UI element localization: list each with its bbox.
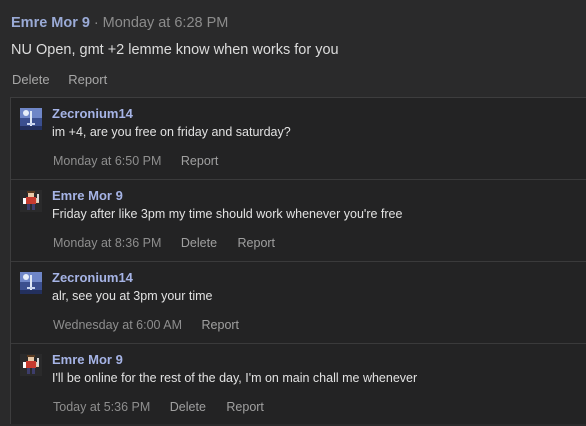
post-author-link[interactable]: Emre Mor 9 — [11, 15, 90, 31]
comment-text: alr, see you at 3pm your time — [52, 289, 213, 303]
comment-timestamp[interactable]: Monday at 6:50 PM — [53, 154, 161, 168]
report-button[interactable]: Report — [238, 236, 276, 250]
delete-button[interactable]: Delete — [12, 72, 50, 87]
comment-timestamp[interactable]: Wednesday at 6:00 AM — [53, 318, 182, 332]
post-separator: · — [93, 15, 99, 31]
report-button[interactable]: Report — [68, 72, 107, 87]
post-actions: Delete Report — [12, 72, 122, 87]
comment-text: im +4, are you free on friday and saturd… — [52, 125, 291, 139]
comment-meta: Wednesday at 6:00 AM Report — [53, 318, 256, 332]
comment-item: Emre Mor 9 Friday after like 3pm my time… — [11, 180, 586, 262]
comment-text: I'll be online for the rest of the day, … — [52, 371, 418, 385]
delete-button[interactable]: Delete — [170, 400, 206, 414]
comment-timestamp[interactable]: Monday at 8:36 PM — [53, 236, 161, 250]
comment-list: Zecronium14 im +4, are you free on frida… — [10, 97, 586, 424]
report-button[interactable]: Report — [202, 318, 240, 332]
comment-author-link[interactable]: Emre Mor 9 — [52, 188, 123, 203]
comment-meta: Monday at 8:36 PM Delete Report — [53, 236, 292, 250]
moon-sword-avatar-icon[interactable] — [20, 272, 42, 294]
comment-author-link[interactable]: Zecronium14 — [52, 270, 133, 285]
post-message: NU Open, gmt +2 lemme know when works fo… — [11, 42, 339, 58]
post-header: Emre Mor 9 · Monday at 6:28 PM — [11, 14, 228, 31]
moon-sword-avatar-icon[interactable] — [20, 108, 42, 130]
report-button[interactable]: Report — [226, 400, 264, 414]
character-sprite-avatar-icon[interactable] — [20, 354, 42, 376]
comment-author-link[interactable]: Zecronium14 — [52, 106, 133, 121]
comment-timestamp[interactable]: Today at 5:36 PM — [53, 400, 150, 414]
delete-button[interactable]: Delete — [181, 236, 217, 250]
comment-item: Zecronium14 im +4, are you free on frida… — [11, 98, 586, 180]
character-sprite-avatar-icon[interactable] — [20, 190, 42, 212]
comment-item: Emre Mor 9 I'll be online for the rest o… — [11, 344, 586, 426]
comment-meta: Monday at 6:50 PM Report — [53, 154, 235, 168]
report-button[interactable]: Report — [181, 154, 219, 168]
comment-author-link[interactable]: Emre Mor 9 — [52, 352, 123, 367]
comment-item: Zecronium14 alr, see you at 3pm your tim… — [11, 262, 586, 344]
profile-post: Emre Mor 9 · Monday at 6:28 PM NU Open, … — [0, 0, 586, 424]
post-timestamp[interactable]: Monday at 6:28 PM — [103, 15, 229, 31]
comment-meta: Today at 5:36 PM Delete Report — [53, 400, 281, 414]
comment-text: Friday after like 3pm my time should wor… — [52, 207, 403, 221]
